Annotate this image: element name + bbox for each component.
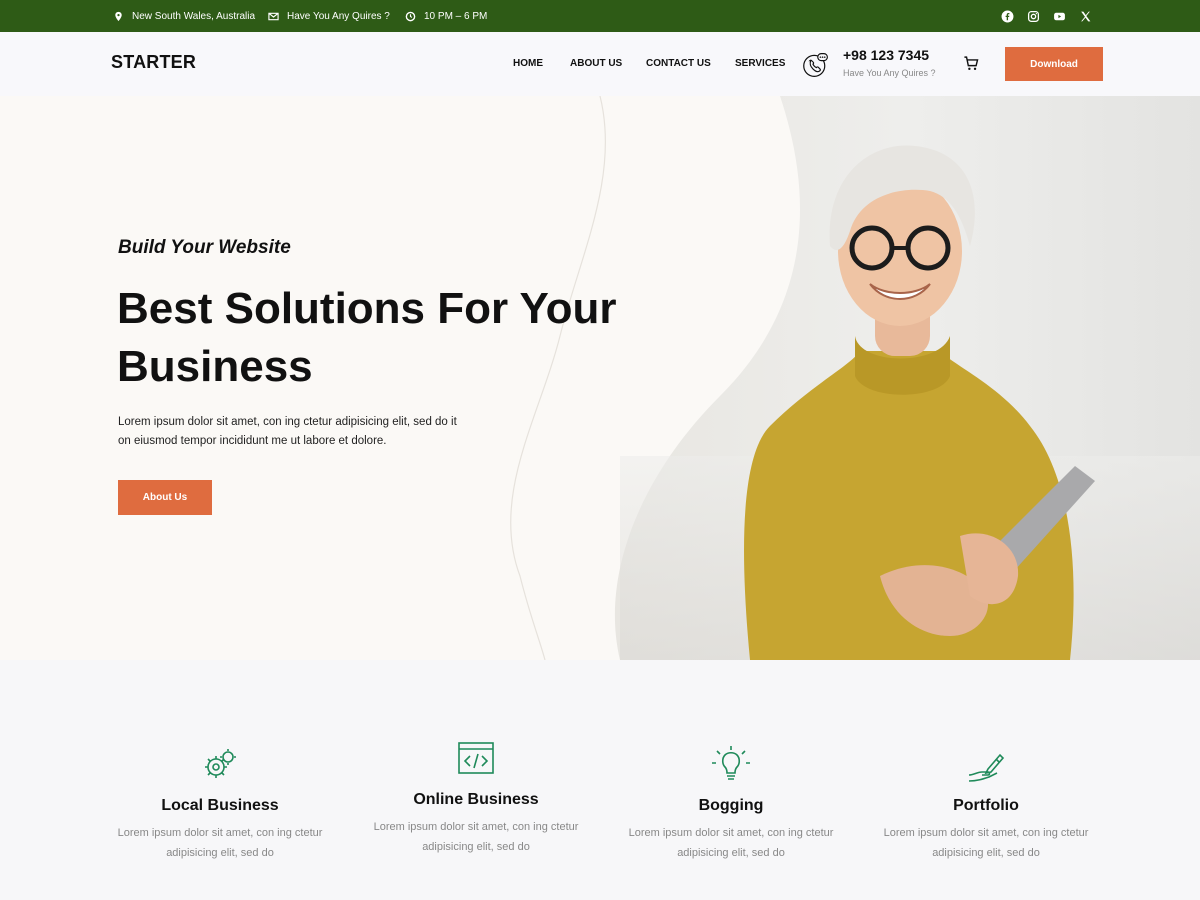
facebook-icon[interactable] (1001, 10, 1014, 23)
nav-contact-us[interactable]: CONTACT US (646, 58, 711, 69)
hand-pen-icon (968, 753, 1005, 782)
location-info: New South Wales, Australia (113, 0, 255, 32)
about-us-button[interactable]: About Us (118, 480, 212, 515)
gears-icon (205, 749, 236, 778)
feature-title: Portfolio (953, 797, 1019, 814)
download-button[interactable]: Download (1005, 47, 1103, 81)
email-info[interactable]: Have You Any Quires ? (268, 0, 390, 32)
cart-icon[interactable] (963, 55, 980, 72)
feature-title: Local Business (161, 797, 279, 814)
phone-chat-icon (803, 53, 828, 77)
hero-section: Build Your Website Best Solutions For Yo… (0, 96, 1200, 660)
feature-card-bogging: Bogging Lorem ipsum dolor sit amet, con … (621, 745, 841, 863)
lightbulb-icon (712, 746, 750, 780)
top-bar: New South Wales, Australia Have You Any … (0, 0, 1200, 32)
site-logo[interactable]: STARTER (111, 52, 196, 73)
x-icon[interactable] (1079, 10, 1092, 23)
clock-icon (405, 11, 416, 21)
email-text[interactable]: Have You Any Quires ? (287, 11, 390, 22)
phone-subtext: Have You Any Quires ? (843, 68, 936, 78)
feature-text: Lorem ipsum dolor sit amet, con ing ctet… (373, 821, 579, 853)
nav-about-us[interactable]: ABOUT US (570, 58, 622, 69)
hero-description: Lorem ipsum dolor sit amet, con ing ctet… (118, 416, 457, 447)
location-text: New South Wales, Australia (132, 10, 256, 22)
feature-card-local-business: Local Business Lorem ipsum dolor sit ame… (110, 745, 330, 863)
feature-title: Online Business (413, 791, 539, 808)
feature-card-portfolio: Portfolio Lorem ipsum dolor sit amet, co… (876, 745, 1096, 863)
feature-text: Lorem ipsum dolor sit amet, con ing ctet… (117, 827, 323, 859)
code-icon (458, 742, 494, 774)
feature-text: Lorem ipsum dolor sit amet, con ing ctet… (883, 827, 1089, 859)
hours-info: 10 PM – 6 PM (405, 0, 487, 32)
hero-title-line-2: Business (117, 342, 313, 391)
feature-card-online-business: Online Business Lorem ipsum dolor sit am… (366, 739, 586, 857)
nav-services[interactable]: SERVICES (735, 58, 785, 69)
phone-number[interactable]: +98 123 7345 (843, 47, 929, 63)
hours-text: 10 PM – 6 PM (424, 10, 488, 22)
youtube-icon[interactable] (1053, 10, 1066, 23)
social-links (1001, 0, 1092, 32)
hero-woman-photo (744, 145, 1095, 660)
feature-text: Lorem ipsum dolor sit amet, con ing ctet… (628, 827, 834, 859)
map-pin-icon (115, 11, 122, 21)
envelope-icon (268, 12, 279, 20)
main-header: STARTER HOME ABOUT US CONTACT US SERVICE… (0, 32, 1200, 96)
hero-title: Best Solutions For Your Business (117, 280, 637, 396)
instagram-icon[interactable] (1027, 10, 1040, 23)
feature-title: Bogging (698, 797, 764, 814)
features-section: Local Business Lorem ipsum dolor sit ame… (0, 660, 1200, 900)
nav-home[interactable]: HOME (513, 58, 543, 69)
hero-eyebrow: Build Your Website (118, 237, 291, 258)
hero-title-line-1: Best Solutions For Your (117, 284, 617, 333)
